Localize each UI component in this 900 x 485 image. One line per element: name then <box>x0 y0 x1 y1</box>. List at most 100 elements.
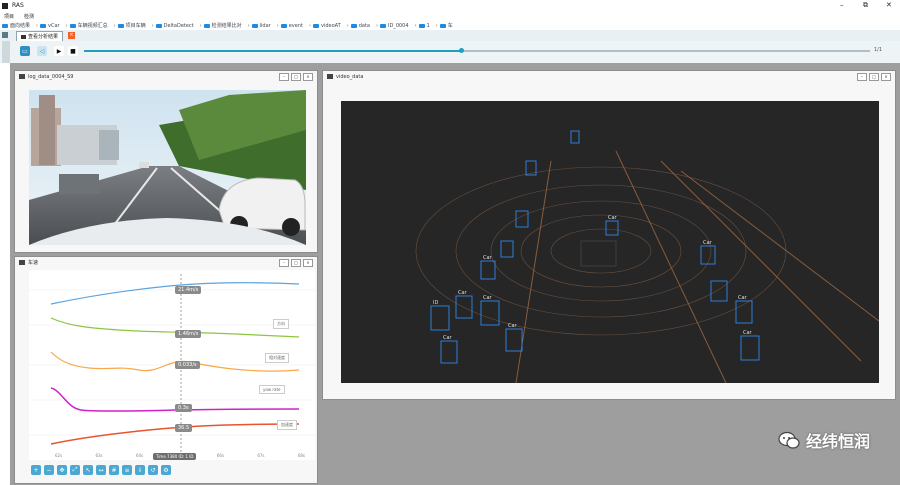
video-restore-button[interactable]: □ <box>291 73 301 81</box>
breadcrumb-label: vCar <box>48 22 60 29</box>
breadcrumb-item[interactable]: data <box>350 22 370 29</box>
folder-icon <box>40 23 47 28</box>
curves-minimize-button[interactable]: – <box>279 259 289 267</box>
step-back-button[interactable]: ◁ <box>37 46 47 56</box>
folder-icon <box>69 23 76 28</box>
breadcrumb-label: data <box>358 22 370 29</box>
breadcrumb-item[interactable]: 1 <box>418 22 430 29</box>
cursor-icon[interactable]: ↖ <box>83 465 93 475</box>
box-label: ID <box>433 300 438 306</box>
legend-direction: 方向 <box>273 319 289 329</box>
breadcrumb-item[interactable]: ID_0004 <box>380 23 409 29</box>
legend-icon[interactable]: ≡ <box>122 465 132 475</box>
grid-icon[interactable]: # <box>109 465 119 475</box>
breadcrumb-item[interactable]: lidar <box>251 22 271 29</box>
video-panel-title: log_data_0004_S9 <box>28 73 74 80</box>
tab-close-icon[interactable]: × <box>68 32 75 39</box>
breadcrumb-item[interactable]: videoAT <box>312 23 341 29</box>
x-tick: 68s <box>297 453 305 458</box>
export-icon[interactable]: ⇩ <box>135 465 145 475</box>
folder-icon <box>2 23 8 28</box>
breadcrumb-separator-icon: › <box>376 22 378 29</box>
breadcrumb-label: 车辆视频汇总 <box>77 23 108 29</box>
stop-button[interactable]: ■ <box>68 46 78 56</box>
menu-item-project[interactable]: 项目 <box>4 13 14 20</box>
box-label: Car <box>743 330 753 336</box>
zoom-in-icon[interactable]: + <box>31 465 41 475</box>
minimize-button[interactable]: – <box>840 1 844 9</box>
cursor-readout: Time 7380 ID: 1 ID <box>153 453 197 460</box>
curves-restore-button[interactable]: □ <box>291 259 301 267</box>
app-title: RAS <box>12 2 24 9</box>
breadcrumb-item[interactable]: 项目车辆 <box>117 22 146 29</box>
breadcrumb-item[interactable]: 面向结果 <box>2 22 30 29</box>
box-label: Car <box>443 335 453 341</box>
folder-icon <box>418 23 425 28</box>
timeline-handle[interactable] <box>459 48 465 53</box>
lidar-close-button[interactable]: × <box>881 73 891 81</box>
breadcrumb-label: 1 <box>426 22 430 29</box>
breadcrumb-separator-icon: › <box>276 22 279 29</box>
play-button[interactable]: ▶ <box>54 46 64 56</box>
zoom-out-icon[interactable]: − <box>44 465 54 475</box>
open-file-button[interactable]: ▭ <box>20 46 30 56</box>
side-handle[interactable] <box>2 41 10 63</box>
video-panel-icon <box>19 74 25 79</box>
breadcrumb-item[interactable]: 检测结果比对 <box>203 22 242 29</box>
x-tick: 63s <box>95 453 103 458</box>
app-icon <box>2 3 8 9</box>
folder-icon <box>117 23 124 28</box>
close-button[interactable]: ✕ <box>886 1 892 9</box>
menu-item-detect[interactable]: 检测 <box>24 13 34 20</box>
curves-close-button[interactable]: × <box>303 259 313 267</box>
value-label-speed: 21.4m/s <box>175 286 202 294</box>
lidar-panel: video_data – □ × ID Car Car Car Car Car … <box>322 70 896 400</box>
lidar-minimize-button[interactable]: – <box>857 73 867 81</box>
breadcrumb-separator-icon: › <box>36 22 39 29</box>
timeline-time-label: 1/1 <box>874 47 883 53</box>
breadcrumb-item[interactable]: vCar <box>40 23 60 29</box>
plot-toolbar: + − ✥ ⤢ ↖ ↔ # ≡ ⇩ ↺ ⚙ <box>31 465 171 475</box>
breadcrumb-separator-icon: › <box>308 22 311 29</box>
lidar-restore-button[interactable]: □ <box>869 73 879 81</box>
settings-icon[interactable]: ⚙ <box>161 465 171 475</box>
box-label: Car <box>738 295 748 301</box>
breadcrumb-item[interactable]: DeltaDetect <box>155 23 194 29</box>
camera-view <box>29 90 306 245</box>
point-cloud-view[interactable]: ID Car Car Car Car Car Car Car Car Car <box>341 101 879 383</box>
lidar-panel-icon <box>327 74 333 79</box>
video-close-button[interactable]: × <box>303 73 313 81</box>
breadcrumb-separator-icon: › <box>65 22 68 29</box>
breadcrumb-label: lidar <box>259 22 271 29</box>
video-minimize-button[interactable]: – <box>279 73 289 81</box>
player-toolbar: ▭ ◁ ▶ ■ 1/1 <box>0 41 900 63</box>
folder-icon <box>251 23 258 28</box>
signal-plot[interactable] <box>29 270 315 460</box>
title-bar: RAS – ⧉ ✕ <box>0 0 900 12</box>
maximize-button[interactable]: ⧉ <box>863 1 868 10</box>
breadcrumb-label: event <box>288 22 303 29</box>
legend-accel: 加速度 <box>277 420 297 430</box>
panel-toggle-icon[interactable] <box>2 32 8 38</box>
pan-icon[interactable]: ✥ <box>57 465 67 475</box>
fit-icon[interactable]: ⤢ <box>70 465 80 475</box>
value-label-accel: 0.3s <box>175 404 192 412</box>
breadcrumb-item[interactable]: 车 <box>439 22 453 29</box>
curves-panel-title: 车速 <box>28 260 39 266</box>
folder-icon <box>380 23 386 28</box>
breadcrumb-separator-icon: › <box>199 22 202 29</box>
timeline-track[interactable] <box>84 48 870 53</box>
folder-icon <box>312 23 319 28</box>
x-tick: 62s <box>55 453 63 458</box>
breadcrumb-item[interactable]: 车辆视频汇总 <box>69 22 108 29</box>
breadcrumb-label: 面向结果 <box>10 23 31 29</box>
reset-icon[interactable]: ↺ <box>148 465 158 475</box>
box-label: Car <box>483 255 493 261</box>
breadcrumb-separator-icon: › <box>151 22 154 29</box>
value-label-relspeed: 1.46m/s <box>175 330 202 338</box>
breadcrumb-separator-icon: › <box>435 22 438 29</box>
wechat-icon <box>778 431 800 449</box>
value-label-distance: 36.5 <box>175 424 193 432</box>
measure-icon[interactable]: ↔ <box>96 465 106 475</box>
breadcrumb-item[interactable]: event <box>280 22 303 29</box>
